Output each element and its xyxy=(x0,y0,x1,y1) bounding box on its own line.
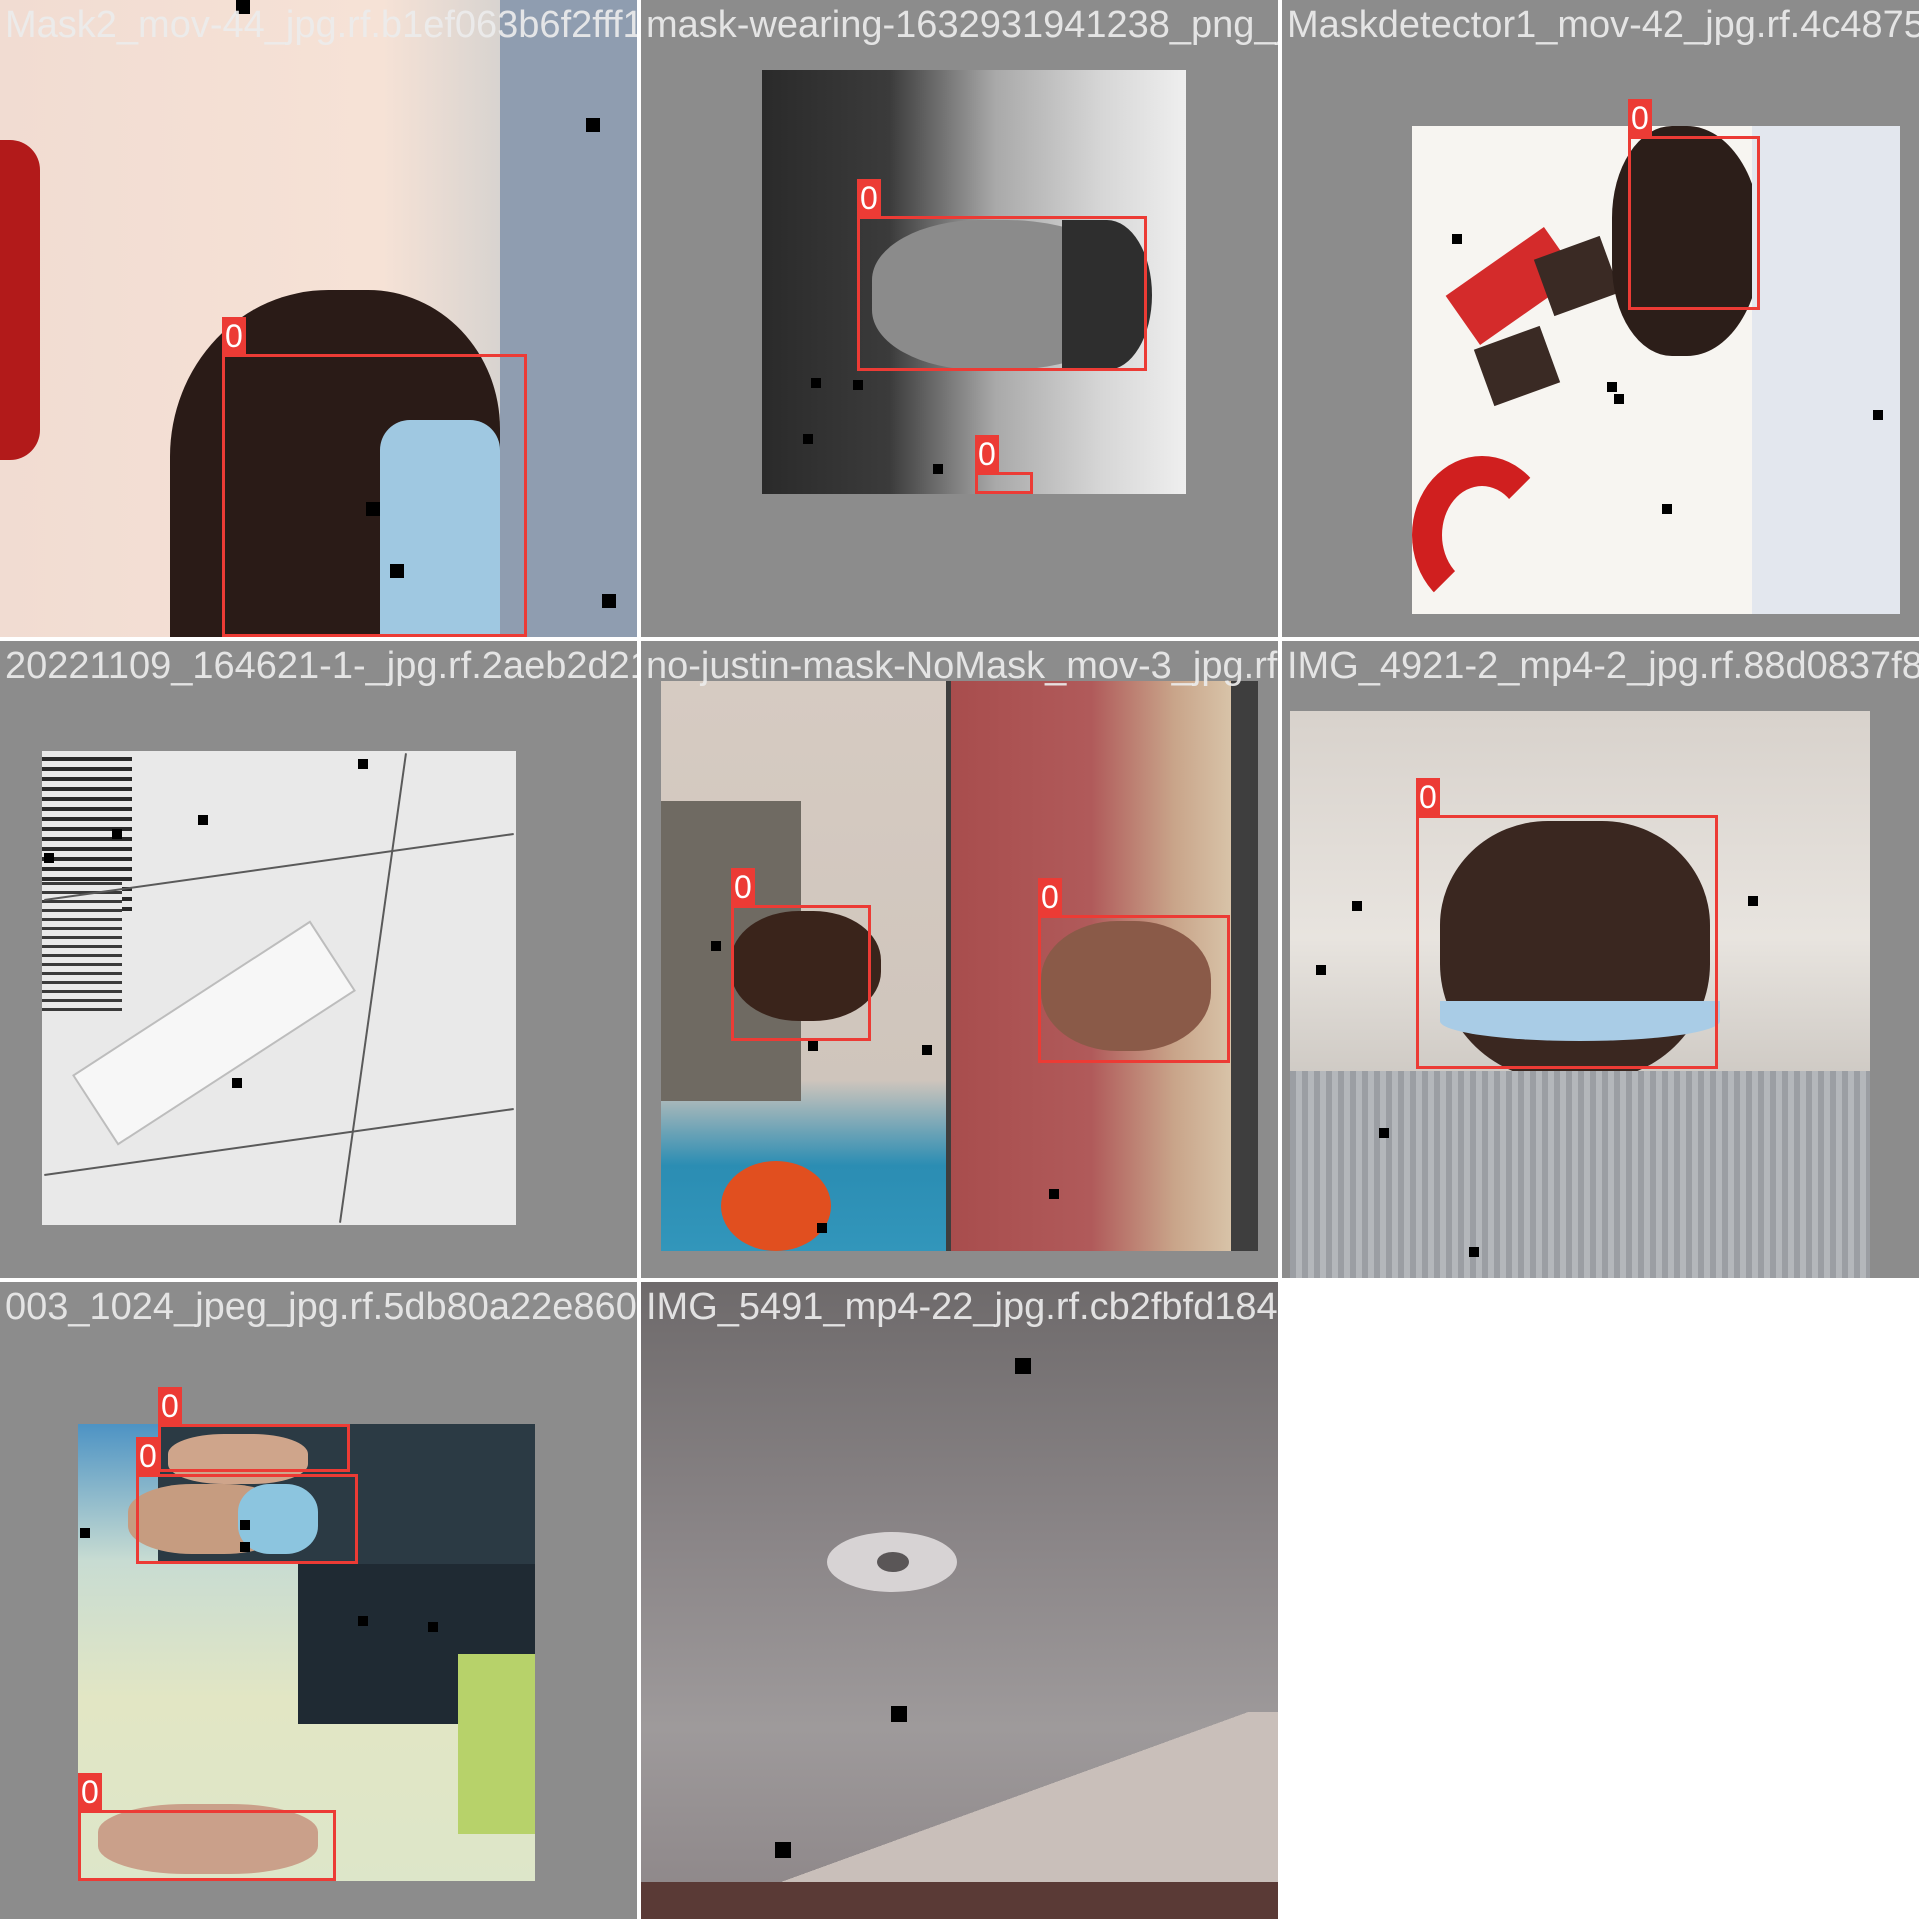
tile-7-filename: 003_1024_jpeg_jpg.rf.5db80a22e86032a3fab xyxy=(5,1286,637,1328)
tile-4-marker xyxy=(112,829,122,839)
tile-2-bbox-label: 0 xyxy=(857,179,881,217)
tile-1-bbox-label: 0 xyxy=(222,317,246,355)
tile-4-marker xyxy=(232,1078,242,1088)
tile-7-marker xyxy=(80,1528,90,1538)
tile-7-bbox-label: 0 xyxy=(78,1773,102,1811)
tile-2-filename: mask-wearing-1632931941238_png_jpg.rf. xyxy=(646,4,1278,46)
tile-3-red-curve xyxy=(1412,456,1552,614)
tile-7-green-panel xyxy=(458,1654,535,1834)
tile-6-marker xyxy=(1352,901,1362,911)
tile-6-shirt xyxy=(1290,1071,1870,1278)
tile-5-filename: no-justin-mask-NoMask_mov-3_jpg.rf.b024 xyxy=(646,645,1278,687)
tile-2-marker xyxy=(803,434,813,444)
tile-2-bbox: 0 xyxy=(857,179,1147,371)
tile-4-filename: 20221109_164621-1-_jpg.rf.2aeb2d21473-18… xyxy=(5,645,637,687)
tile-5-marker xyxy=(817,1223,827,1233)
tile-5-marker xyxy=(808,1041,818,1051)
tile-7-marker xyxy=(428,1622,438,1632)
tile-3-bbox: 0 xyxy=(1628,99,1760,310)
tile-7-bbox: 0 xyxy=(158,1387,350,1472)
tile-5-marker xyxy=(711,941,721,951)
tile-9-empty xyxy=(1282,1282,1919,1919)
tile-2-marker xyxy=(933,464,943,474)
tile-5-orange-blur xyxy=(721,1161,831,1251)
tile-6-bbox: 0 xyxy=(1416,778,1718,1069)
tile-6-marker xyxy=(1748,896,1758,906)
tile-5-marker xyxy=(1049,1189,1059,1199)
tile-6: IMG_4921-2_mp4-2_jpg.rf.88d0837f8 0 xyxy=(1282,641,1919,1278)
tile-8-wall xyxy=(641,1712,1278,1882)
tile-2-bbox-label: 0 xyxy=(975,435,999,473)
tile-8-marker xyxy=(775,1842,791,1858)
tile-3: Maskdetector1_mov-42_jpg.rf.4c4875 0 xyxy=(1282,0,1919,637)
tile-3-bbox-label: 0 xyxy=(1628,99,1652,137)
tile-5-bbox: 0 xyxy=(731,868,871,1041)
tile-8-photo xyxy=(641,1282,1278,1919)
tile-4-marker xyxy=(198,815,208,825)
tile-4-photo xyxy=(42,751,516,1225)
tile-8-marker xyxy=(1015,1358,1031,1374)
tile-4-ceiling-vent xyxy=(42,881,122,1011)
tile-8-wall-edge xyxy=(641,1882,1278,1919)
tile-7-bbox: 0 xyxy=(136,1437,358,1564)
tile-1-filename: Mask2_mov-44_jpg.rf.b1ef063b6f2fff1bbbb3 xyxy=(5,4,637,46)
tile-1-marker xyxy=(602,594,616,608)
tile-2-bbox: 0 xyxy=(975,435,1033,494)
tile-8: IMG_5491_mp4-22_jpg.rf.cb2fbfd184dd90468 xyxy=(641,1282,1278,1919)
tile-8-filename: IMG_5491_mp4-22_jpg.rf.cb2fbfd184dd90468 xyxy=(646,1286,1278,1328)
tile-1-marker xyxy=(586,118,600,132)
tile-7-bbox-label: 0 xyxy=(136,1437,160,1475)
tile-1-bbox: 0 xyxy=(222,317,527,637)
tile-2-marker xyxy=(853,380,863,390)
tile-7-bbox-label: 0 xyxy=(158,1387,182,1425)
tile-5-bbox-label: 0 xyxy=(1038,878,1062,916)
tile-5-bbox: 0 xyxy=(1038,878,1230,1063)
tile-3-marker xyxy=(1873,410,1883,420)
tile-5-bbox-label: 0 xyxy=(731,868,755,906)
tile-3-marker xyxy=(1452,234,1462,244)
tile-4-marker xyxy=(358,759,368,769)
tile-2: mask-wearing-1632931941238_png_jpg.rf. 0… xyxy=(641,0,1278,637)
tile-8-marker xyxy=(891,1706,907,1722)
tile-1-red-object xyxy=(0,140,40,460)
tile-4-marker xyxy=(44,853,54,863)
tile-7: 003_1024_jpeg_jpg.rf.5db80a22e86032a3fab… xyxy=(0,1282,637,1919)
tile-6-marker xyxy=(1379,1128,1389,1138)
tile-6-marker xyxy=(1316,965,1326,975)
tile-1: Mask2_mov-44_jpg.rf.b1ef063b6f2fff1bbbb3… xyxy=(0,0,637,637)
mosaic-grid: Mask2_mov-44_jpg.rf.b1ef063b6f2fff1bbbb3… xyxy=(0,0,1920,1920)
tile-3-marker xyxy=(1607,382,1617,392)
tile-6-marker xyxy=(1469,1247,1479,1257)
tile-5-marker xyxy=(922,1045,932,1055)
tile-2-marker xyxy=(811,378,821,388)
tile-3-shirt xyxy=(1752,126,1900,614)
tile-3-filename: Maskdetector1_mov-42_jpg.rf.4c4875 xyxy=(1287,4,1919,46)
tile-3-marker xyxy=(1662,504,1672,514)
tile-3-marker xyxy=(1614,394,1624,404)
tile-6-bbox-label: 0 xyxy=(1416,778,1440,816)
tile-4: 20221109_164621-1-_jpg.rf.2aeb2d21473-18… xyxy=(0,641,637,1278)
tile-6-filename: IMG_4921-2_mp4-2_jpg.rf.88d0837f8 xyxy=(1287,645,1919,687)
tile-7-marker xyxy=(358,1616,368,1626)
tile-7-bbox: 0 xyxy=(78,1773,336,1881)
tile-5: no-justin-mask-NoMask_mov-3_jpg.rf.b024 … xyxy=(641,641,1278,1278)
tile-8-ceiling-light-center xyxy=(877,1552,909,1572)
